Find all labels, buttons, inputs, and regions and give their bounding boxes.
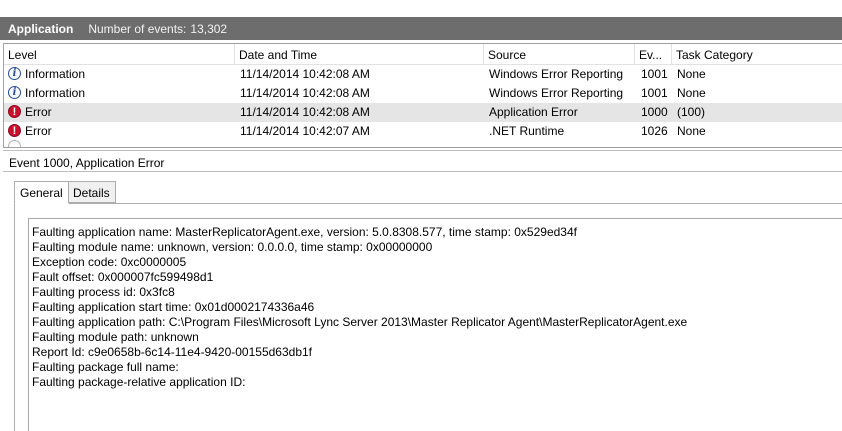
event-count-label: Number of events: — [88, 21, 187, 36]
description-line: Faulting module path: unknown — [32, 330, 199, 344]
description-line: Faulting process id: 0x3fc8 — [32, 285, 175, 299]
top-strip — [0, 0, 842, 17]
description-line: Faulting module name: unknown, version: … — [32, 240, 433, 254]
event-date-time: 11/14/2014 10:42:08 AM — [240, 105, 370, 119]
event-source: .NET Runtime — [489, 124, 565, 138]
event-id: 1001 — [641, 86, 668, 100]
error-icon: ! — [8, 105, 21, 118]
partial-row-icon — [8, 140, 21, 147]
event-id: 1001 — [641, 67, 668, 81]
event-date-time: 11/14/2014 10:42:08 AM — [240, 86, 370, 100]
event-level: Information — [25, 86, 86, 100]
event-level: Error — [25, 105, 52, 119]
event-level: Error — [25, 124, 52, 138]
description-line: Faulting application start time: 0x01d00… — [32, 300, 315, 314]
event-date-time: 11/14/2014 10:42:08 AM — [240, 67, 370, 81]
events-list[interactable]: Level Date and Time Source Ev... Task Ca… — [3, 43, 842, 148]
tab-general[interactable]: General — [14, 181, 69, 204]
error-icon: ! — [8, 124, 21, 137]
information-icon: i — [8, 86, 21, 99]
description-line: Faulting package-relative application ID… — [32, 375, 246, 389]
event-row-selected[interactable]: ! Error 11/14/2014 10:42:08 AM Applicati… — [4, 103, 842, 122]
event-source: Windows Error Reporting — [489, 67, 624, 81]
event-source: Windows Error Reporting — [489, 86, 624, 100]
column-header-task-category[interactable]: Task Category — [672, 44, 842, 64]
column-header-row: Level Date and Time Source Ev... Task Ca… — [4, 44, 842, 65]
log-header: Application Number of events: 13,302 — [0, 17, 842, 40]
event-task-category: (100) — [677, 105, 706, 119]
description-line: Report Id: c9e0658b-6c14-11e4-9420-00155… — [32, 345, 312, 359]
event-detail-title: Event 1000, Application Error — [3, 150, 842, 172]
event-row[interactable]: i Information 11/14/2014 10:42:08 AM Win… — [4, 84, 842, 103]
event-task-category: None — [677, 86, 706, 100]
description-line: Fault offset: 0x000007fc599498d1 — [32, 270, 214, 284]
event-level: Information — [25, 67, 86, 81]
event-source: Application Error — [489, 105, 578, 119]
event-row[interactable]: ! Error 11/14/2014 10:42:07 AM .NET Runt… — [4, 122, 842, 141]
event-task-category: None — [677, 124, 706, 138]
event-task-category: None — [677, 67, 706, 81]
event-count: Number of events: 13,302 — [88, 22, 227, 36]
event-id: 1000 — [641, 105, 668, 119]
event-id: 1026 — [641, 124, 668, 138]
event-description-text[interactable]: Faulting application name: MasterReplica… — [28, 218, 842, 431]
description-line: Faulting package full name: — [32, 360, 179, 374]
log-name: Application — [8, 21, 74, 36]
description-line: Exception code: 0xc0000005 — [32, 255, 187, 269]
event-row[interactable]: i Information 11/14/2014 10:42:08 AM Win… — [4, 65, 842, 84]
event-date-time: 11/14/2014 10:42:07 AM — [240, 124, 370, 138]
event-count-value: 13,302 — [190, 21, 228, 36]
column-header-date-time[interactable]: Date and Time — [235, 44, 484, 64]
column-header-level[interactable]: Level — [4, 44, 235, 64]
tab-details[interactable]: Details — [67, 181, 116, 203]
information-icon: i — [8, 67, 21, 80]
column-header-event-id[interactable]: Ev... — [635, 44, 672, 64]
description-line: Faulting application name: MasterReplica… — [32, 225, 577, 239]
column-header-source[interactable]: Source — [484, 44, 635, 64]
description-line: Faulting application path: C:\Program Fi… — [32, 315, 688, 329]
